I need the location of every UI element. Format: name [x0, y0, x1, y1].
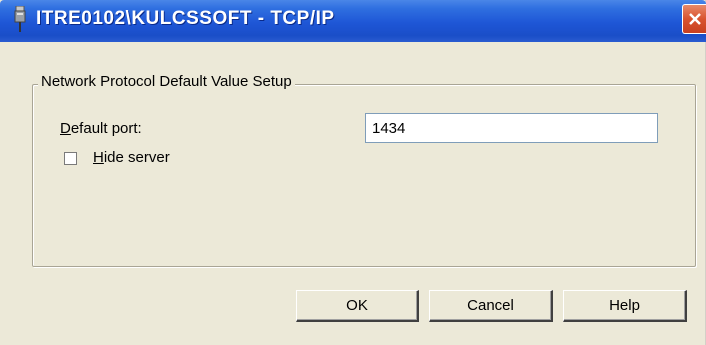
- dialog-window: ITRE0102\KULCSSOFT - TCP/IP Network Prot…: [0, 0, 706, 345]
- ok-button[interactable]: OK: [296, 290, 419, 322]
- close-button[interactable]: [682, 4, 706, 34]
- default-port-label-text: efault port:: [70, 120, 142, 137]
- hide-server-label-text: ide server: [103, 149, 170, 166]
- protocol-group-box: [32, 84, 696, 267]
- close-icon: [689, 13, 701, 25]
- hide-server-label[interactable]: Hide server: [93, 149, 170, 166]
- help-button[interactable]: Help: [563, 290, 687, 322]
- group-box-legend: Network Protocol Default Value Setup: [38, 73, 295, 90]
- default-port-input[interactable]: [365, 113, 658, 143]
- network-plug-icon: [13, 5, 27, 32]
- default-port-label: Default port:: [60, 120, 142, 137]
- hide-server-checkbox[interactable]: [64, 152, 77, 165]
- hide-server-accelerator: H: [93, 149, 104, 166]
- cancel-button[interactable]: Cancel: [429, 290, 553, 322]
- default-port-accelerator: D: [60, 120, 71, 137]
- title-bar[interactable]: ITRE0102\KULCSSOFT - TCP/IP: [0, 0, 706, 42]
- window-title: ITRE0102\KULCSSOFT - TCP/IP: [36, 8, 335, 29]
